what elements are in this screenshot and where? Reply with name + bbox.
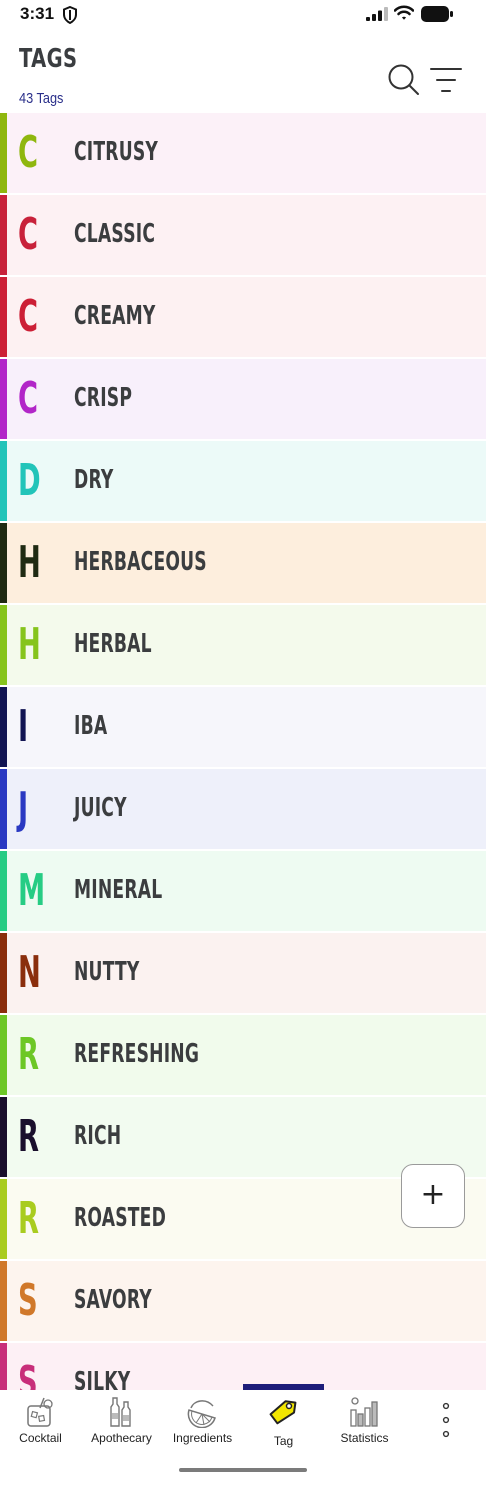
tag-row[interactable]: C CITRUSY: [0, 113, 486, 195]
tags-screen: 3:31 TAGS 43 Tags C CITRUSY C CLASSIC C …: [0, 0, 486, 1485]
nav-apothecary[interactable]: Apothecary: [81, 1390, 162, 1452]
plus-icon: +: [420, 1177, 446, 1212]
tag-color-bar: [0, 195, 7, 275]
tag-name: RICH: [74, 1121, 122, 1151]
bottom-navigation: Cocktail Apothecary Ingredients Tag Stat…: [0, 1384, 486, 1485]
tag-row[interactable]: C CREAMY: [0, 277, 486, 359]
tag-row[interactable]: M MINERAL: [0, 851, 486, 933]
tag-name: SAVORY: [74, 1285, 152, 1315]
tag-row[interactable]: C CRISP: [0, 359, 486, 441]
tag-row[interactable]: I IBA: [0, 687, 486, 769]
tag-initial: I: [18, 701, 29, 752]
tag-count: 43 Tags: [19, 90, 64, 107]
header: TAGS 43 Tags: [0, 30, 486, 114]
tag-row[interactable]: D DRY: [0, 441, 486, 523]
nav-label: Statistics: [340, 1431, 389, 1445]
tag-color-bar: [0, 277, 7, 357]
nav-label: Apothecary: [91, 1431, 152, 1445]
tag-color-bar: [0, 769, 7, 849]
cellular-signal-icon: [366, 7, 388, 21]
tag-icon: [269, 1400, 297, 1425]
tag-initial: R: [18, 1111, 40, 1162]
shield-icon: [63, 6, 77, 24]
tag-initial: N: [18, 947, 41, 998]
tag-row[interactable]: J JUICY: [0, 769, 486, 851]
tag-name: NUTTY: [74, 957, 140, 987]
search-icon[interactable]: [386, 62, 420, 96]
tag-row[interactable]: N NUTTY: [0, 933, 486, 1015]
tag-initial: C: [18, 373, 39, 424]
tag-name: CLASSIC: [74, 219, 156, 249]
tag-initial: C: [18, 291, 39, 342]
tag-color-bar: [0, 359, 7, 439]
lime-slice-icon: [187, 1400, 216, 1428]
tag-color-bar: [0, 523, 7, 603]
add-tag-button[interactable]: +: [401, 1164, 465, 1228]
tag-color-bar: [0, 687, 7, 767]
status-bar: 3:31: [0, 0, 486, 30]
tag-name: IBA: [74, 711, 108, 741]
tag-initial: H: [18, 619, 41, 670]
tag-initial: J: [18, 783, 29, 834]
tag-initial: R: [18, 1029, 40, 1080]
tag-row[interactable]: C CLASSIC: [0, 195, 486, 277]
tag-initial: C: [18, 127, 39, 178]
nav-label: Ingredients: [172, 1431, 233, 1445]
tag-name: HERBACEOUS: [74, 547, 207, 577]
bar-chart-icon: [350, 1397, 378, 1427]
tag-color-bar: [0, 1261, 7, 1341]
tag-row[interactable]: H HERBACEOUS: [0, 523, 486, 605]
tag-color-bar: [0, 1097, 7, 1177]
more-vertical-icon[interactable]: [432, 1398, 460, 1442]
tag-initial: S: [18, 1275, 38, 1326]
tag-name: MINERAL: [74, 875, 163, 905]
tag-initial: M: [18, 865, 46, 916]
nav-label: Cocktail: [19, 1431, 62, 1445]
tag-row[interactable]: H HERBAL: [0, 605, 486, 687]
wifi-icon: [394, 5, 414, 20]
tag-name: SILKY: [74, 1367, 131, 1390]
tag-name: CREAMY: [74, 301, 156, 331]
tag-initial: D: [18, 455, 41, 506]
tag-initial: H: [18, 537, 41, 588]
tag-color-bar: [0, 1179, 7, 1259]
tag-name: ROASTED: [74, 1203, 167, 1233]
tag-color-bar: [0, 933, 7, 1013]
tag-color-bar: [0, 113, 7, 193]
tag-name: CITRUSY: [74, 137, 159, 167]
tag-color-bar: [0, 441, 7, 521]
tag-name: CRISP: [74, 383, 133, 413]
tag-initial: R: [18, 1193, 40, 1244]
tag-row[interactable]: R REFRESHING: [0, 1015, 486, 1097]
home-indicator: [179, 1468, 307, 1472]
tag-name: HERBAL: [74, 629, 152, 659]
bottles-icon: [110, 1397, 131, 1427]
page-title: TAGS: [19, 44, 78, 74]
tag-row[interactable]: S SILKY: [0, 1343, 486, 1390]
tag-name: JUICY: [74, 793, 127, 823]
tag-color-bar: [0, 1015, 7, 1095]
tag-color-bar: [0, 605, 7, 685]
tag-initial: S: [18, 1357, 38, 1390]
nav-tag[interactable]: Tag: [243, 1390, 324, 1452]
status-time: 3:31: [20, 4, 55, 23]
tag-name: REFRESHING: [74, 1039, 200, 1069]
tag-name: DRY: [74, 465, 114, 495]
tag-initial: C: [18, 209, 39, 260]
nav-ingredients[interactable]: Ingredients: [162, 1390, 243, 1452]
tag-color-bar: [0, 851, 7, 931]
battery-icon: [421, 6, 453, 22]
tag-color-bar: [0, 1343, 7, 1390]
nav-statistics[interactable]: Statistics: [324, 1390, 405, 1452]
tag-row[interactable]: S SAVORY: [0, 1261, 486, 1343]
cocktail-glass-icon: [27, 1397, 53, 1427]
filter-sort-icon[interactable]: [430, 66, 462, 94]
nav-cocktail[interactable]: Cocktail: [0, 1390, 81, 1452]
nav-label: Tag: [273, 1434, 294, 1448]
